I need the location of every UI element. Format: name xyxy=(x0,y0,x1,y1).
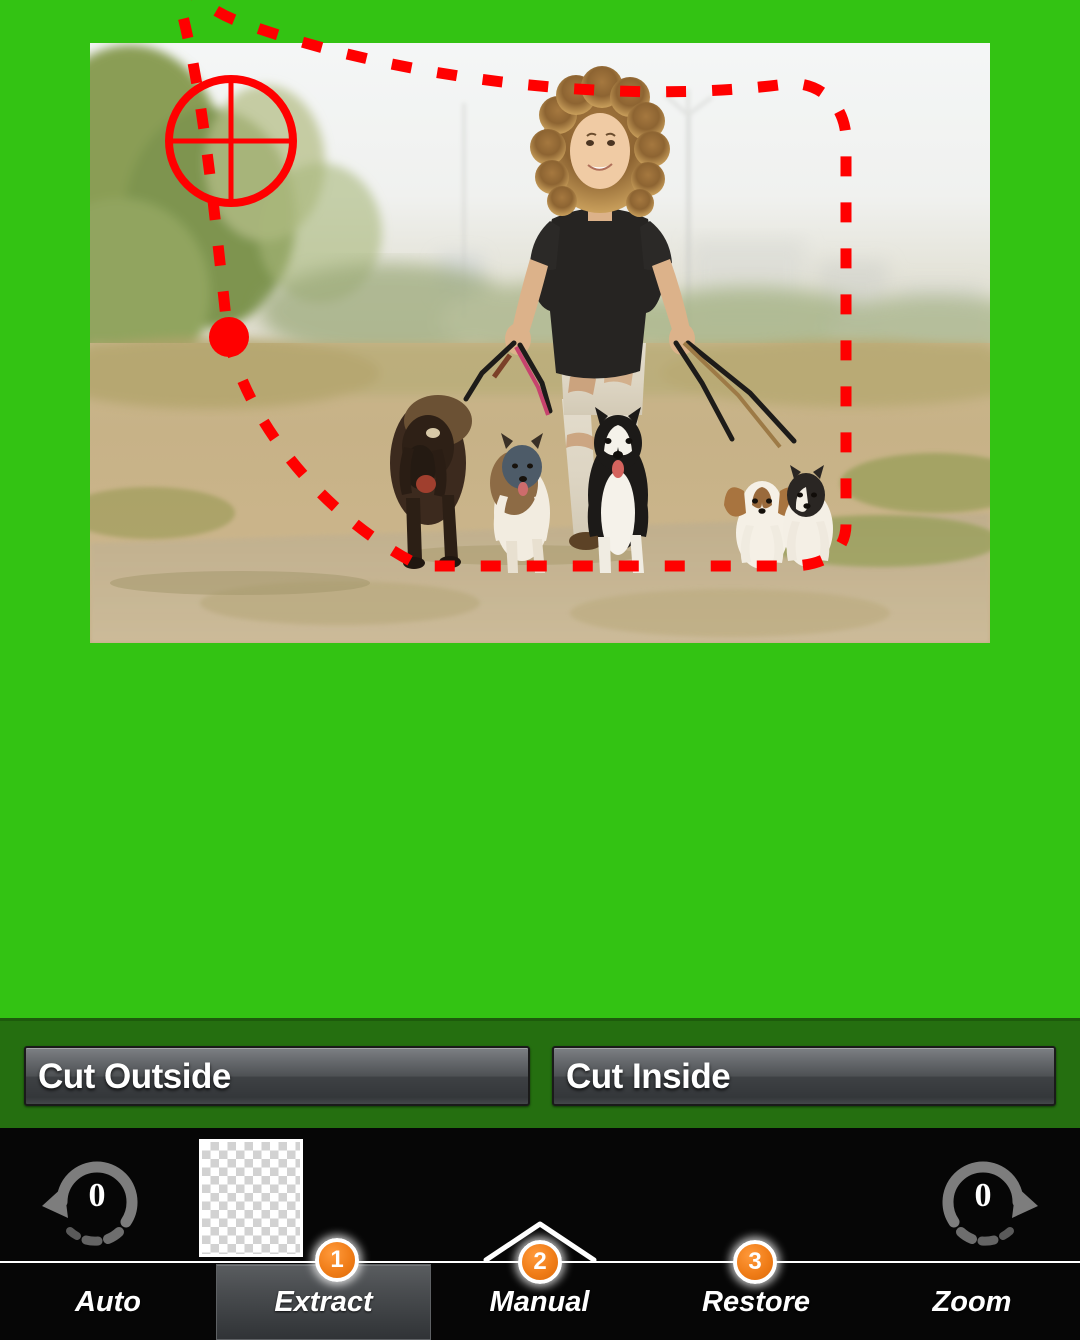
transparency-checkerboard-icon[interactable] xyxy=(199,1139,303,1257)
step-badge-3: 3 xyxy=(733,1240,777,1284)
cut-inside-button[interactable]: Cut Inside xyxy=(552,1046,1056,1106)
photo-image[interactable] xyxy=(90,43,990,643)
editor-canvas[interactable] xyxy=(0,0,1080,1018)
tab-auto[interactable]: Auto xyxy=(0,1264,216,1340)
redo-count: 0 xyxy=(974,1177,992,1214)
photo-illustration xyxy=(90,43,990,643)
cut-action-bar: Cut Outside Cut Inside xyxy=(0,1018,1080,1131)
redo-button[interactable]: 0 xyxy=(908,1140,1058,1252)
step-badge-1: 1 xyxy=(315,1238,359,1282)
undo-count: 0 xyxy=(88,1177,106,1214)
step-badge-2: 2 xyxy=(518,1240,562,1284)
tab-zoom[interactable]: Zoom xyxy=(864,1264,1080,1340)
cut-outside-button[interactable]: Cut Outside xyxy=(24,1046,530,1106)
undo-button[interactable]: 0 xyxy=(22,1140,172,1252)
